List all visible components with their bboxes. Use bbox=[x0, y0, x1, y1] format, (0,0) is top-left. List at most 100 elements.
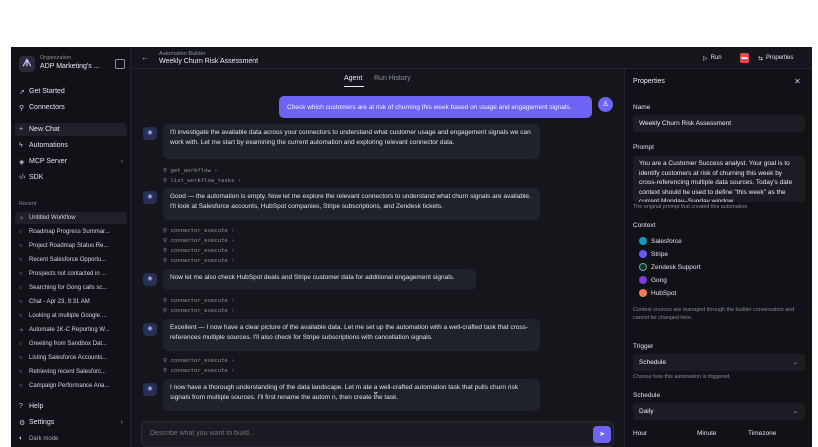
org-switcher[interactable]: ᗑ Organization ADP Marketing's ... bbox=[17, 54, 127, 74]
tool-call[interactable]: ⚲ connector_execute › bbox=[163, 298, 234, 304]
user-avatar-icon: ♙ bbox=[598, 97, 613, 112]
chat-icon: ○ bbox=[19, 355, 23, 361]
stripe-icon bbox=[639, 250, 647, 258]
sidebar-item-label: MCP Server bbox=[29, 158, 67, 165]
recent-item[interactable]: ○ Searching for Gong calls sc... bbox=[15, 282, 127, 294]
sidebar-item-label: New Chat bbox=[29, 126, 60, 133]
breadcrumb: Automation Builder bbox=[159, 51, 206, 57]
properties-button[interactable]: ⇆ Properties bbox=[758, 52, 793, 64]
chat-icon: ○ bbox=[19, 341, 23, 347]
agent-avatar-icon: ◉ bbox=[143, 323, 157, 336]
tool-call-name: connector_execute bbox=[170, 368, 228, 374]
name-field[interactable]: Weekly Churn Risk Assessment bbox=[633, 115, 805, 132]
delete-button[interactable]: ▬ bbox=[740, 53, 749, 63]
agent-avatar-icon: ◉ bbox=[143, 127, 157, 140]
plus-icon: + bbox=[19, 126, 24, 133]
sidebar-item-sdk[interactable]: ‹/› SDK bbox=[15, 171, 127, 184]
tool-call[interactable]: ⚲ connector_execute › bbox=[163, 228, 234, 234]
help-icon: ? bbox=[19, 403, 23, 410]
recent-item[interactable]: ○ Recent Salesforce Opportu... bbox=[15, 254, 127, 266]
chat-input[interactable] bbox=[150, 430, 570, 437]
sidebar-item-connectors[interactable]: ⚲ Connectors bbox=[15, 101, 127, 114]
sidebar-item-get-started[interactable]: ➚ Get Started bbox=[15, 85, 127, 98]
tool-call-name: connector_execute bbox=[170, 248, 228, 254]
chevron-right-icon: › bbox=[120, 419, 123, 426]
run-button[interactable]: ▷ Run bbox=[703, 52, 722, 64]
tool-call[interactable]: ⚲ connector_execute › bbox=[163, 258, 234, 264]
tool-call[interactable]: ⚲ get_workflow › bbox=[163, 168, 218, 174]
dark-mode-toggle[interactable]: ◐ Dark mode bbox=[15, 432, 127, 445]
recent-item-label: Greeting from Sandbox Dat... bbox=[29, 341, 108, 347]
agent-message: I now have a thorough understanding of t… bbox=[163, 379, 540, 411]
back-arrow-icon[interactable]: ← bbox=[141, 53, 149, 62]
play-icon: ▷ bbox=[703, 55, 708, 62]
trigger-select[interactable]: Schedule ⌄ bbox=[633, 354, 805, 371]
recent-item-label: Retrieving recent Salesforc... bbox=[29, 369, 107, 375]
schedule-select[interactable]: Daily ⌄ bbox=[633, 403, 805, 420]
recent-item[interactable]: ○ Looking at multiple Google ... bbox=[15, 310, 127, 322]
org-label: Organization bbox=[40, 55, 72, 61]
recent-item[interactable]: ○ Project Roadmap Status Re... bbox=[15, 240, 127, 252]
recent-item[interactable]: ○ Roadmap Progress Summar... bbox=[15, 226, 127, 238]
sidebar-toggle-icon[interactable] bbox=[115, 59, 125, 69]
chat-icon: ○ bbox=[19, 257, 23, 263]
chat-icon: ○ bbox=[19, 243, 23, 249]
context-source-label: Stripe bbox=[651, 250, 668, 258]
plug-icon: ⚲ bbox=[19, 104, 25, 112]
tool-call[interactable]: ⚲ connector_execute › bbox=[163, 368, 234, 374]
agent-message: Now let me also check HubSpot deals and … bbox=[163, 269, 476, 290]
trigger-label: Trigger bbox=[633, 343, 654, 350]
tool-call[interactable]: ⚲ connector_execute › bbox=[163, 238, 234, 244]
sidebar-item-settings[interactable]: ⚙ Settings › bbox=[15, 416, 127, 429]
sidebar-item-automations[interactable]: ϟ Automations bbox=[15, 139, 127, 152]
recent-item-label: Looking at multiple Google ... bbox=[29, 313, 107, 319]
sidebar-item-help[interactable]: ? Help bbox=[15, 400, 127, 413]
app-window: ᗑ Organization ADP Marketing's ... ➚ Get… bbox=[11, 47, 812, 447]
recent-item-label: Searching for Gong calls sc... bbox=[29, 285, 108, 291]
prompt-field[interactable]: You are a Customer Success analyst. Your… bbox=[633, 156, 805, 202]
zendesk-icon bbox=[639, 263, 647, 271]
context-source-label: HubSpot bbox=[651, 289, 677, 297]
dark-mode-label: Dark mode bbox=[29, 435, 59, 442]
tab-agent[interactable]: Agent bbox=[344, 75, 362, 82]
moon-icon: ◐ bbox=[19, 435, 24, 442]
sliders-icon: ⇆ bbox=[758, 55, 764, 62]
properties-button-label: Properties bbox=[766, 55, 794, 61]
send-icon: ➤ bbox=[599, 431, 605, 438]
page-title: Weekly Churn Risk Assessment bbox=[159, 58, 259, 65]
agent-message: I'll investigate the available data acro… bbox=[163, 124, 540, 159]
tool-call-name: connector_execute bbox=[170, 298, 228, 304]
sidebar-item-label: Automations bbox=[29, 142, 68, 149]
recent-item[interactable]: ✧ Untitled Workflow bbox=[15, 212, 127, 224]
sidebar-item-new-chat[interactable]: + New Chat bbox=[15, 123, 127, 136]
tab-run-history[interactable]: Run History bbox=[374, 75, 411, 82]
context-source-hubspot: HubSpot bbox=[639, 289, 676, 297]
sidebar-item-mcp-server[interactable]: ◈ MCP Server › bbox=[15, 155, 127, 168]
tool-call[interactable]: ⚲ connector_execute › bbox=[163, 308, 234, 314]
recent-item[interactable]: ○ Campaign Performance Ana... bbox=[15, 380, 127, 392]
recent-item[interactable]: ○ Listing Salesforce Accounts... bbox=[15, 352, 127, 364]
org-logo-icon: ᗑ bbox=[19, 56, 35, 72]
hour-label: Hour bbox=[633, 430, 648, 437]
recent-item-label: Automate 1K-C Reporting W... bbox=[29, 327, 110, 333]
close-icon[interactable]: ✕ bbox=[794, 77, 801, 86]
context-help-text: Context sources are managed through the … bbox=[633, 307, 795, 321]
schedule-select-value: Daily bbox=[639, 408, 654, 415]
tool-call[interactable]: ⚲ connector_execute › bbox=[163, 248, 234, 254]
recent-item[interactable]: ○ Prospects not contacted in ... bbox=[15, 268, 127, 280]
send-button[interactable]: ➤ bbox=[593, 426, 611, 443]
tool-call[interactable]: ⚲ list_workflow_tasks › bbox=[163, 178, 241, 184]
recent-item[interactable]: ○ Greeting from Sandbox Dat... bbox=[15, 338, 127, 350]
recent-item-label: Roadmap Progress Summar... bbox=[29, 229, 110, 235]
tool-call-name: list_workflow_tasks bbox=[170, 178, 235, 184]
chevron-down-icon: ⌄ bbox=[792, 360, 798, 366]
recent-item-label: Recent Salesforce Opportu... bbox=[29, 257, 107, 263]
recent-section-label: Recent bbox=[19, 201, 37, 207]
workflow-icon: ✧ bbox=[19, 215, 25, 222]
recent-item[interactable]: ○ Retrieving recent Salesforc... bbox=[15, 366, 127, 378]
recent-item[interactable]: ○ Chat - Apr 23, 9:31 AM bbox=[15, 296, 127, 308]
agent-message: Excellent — I now have a clear picture o… bbox=[163, 319, 540, 351]
recent-item[interactable]: ✧ Automate 1K-C Reporting W... bbox=[15, 324, 127, 336]
tool-call[interactable]: ⚲ connector_execute › bbox=[163, 358, 234, 364]
chat-icon: ○ bbox=[19, 229, 23, 235]
